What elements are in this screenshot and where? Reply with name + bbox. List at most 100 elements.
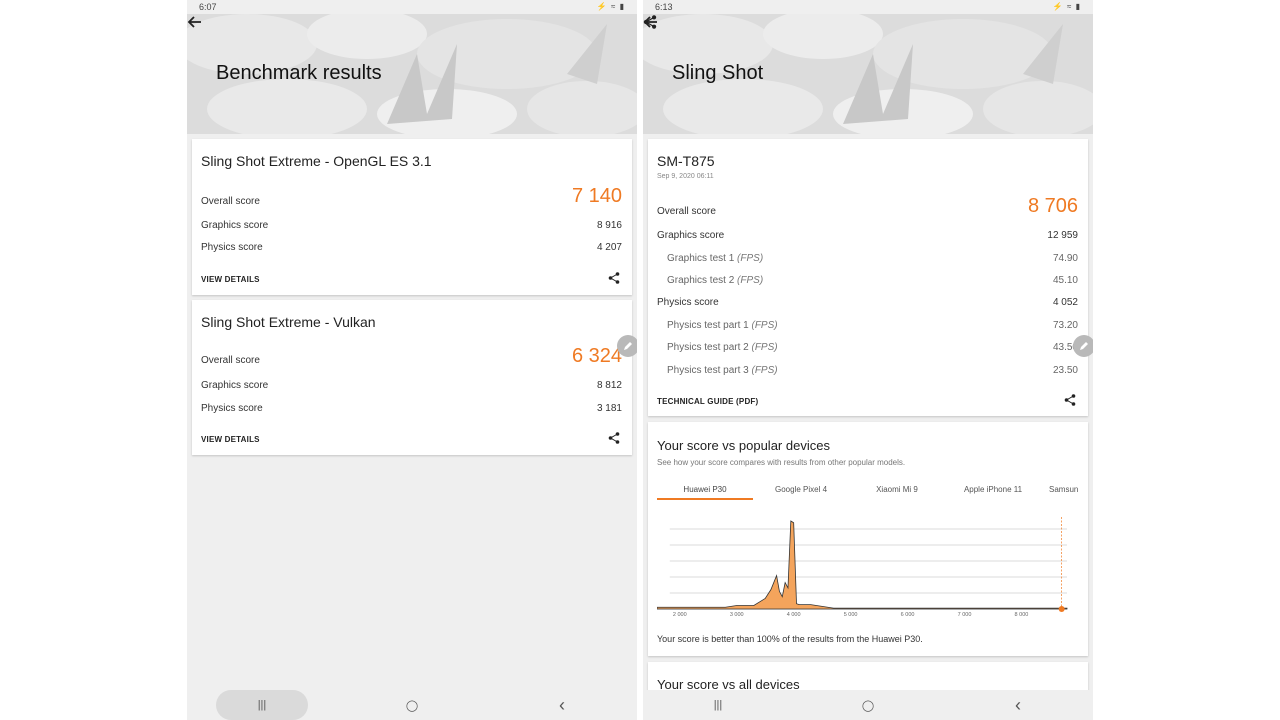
- physics-score-value: 4 052: [1052, 296, 1078, 308]
- share-icon[interactable]: [608, 272, 620, 284]
- overall-score-value: 6 324: [571, 345, 622, 367]
- physics-test-row: Physics test part 3 (FPS) 23.50: [667, 362, 1078, 378]
- overall-score-label: Overall score: [657, 206, 716, 217]
- test-value: 74.90: [1052, 252, 1078, 264]
- tab-xiaomi-mi-9[interactable]: Xiaomi Mi 9: [849, 482, 945, 500]
- x-tick-label: 6 000: [901, 612, 915, 618]
- physics-score-value: 4 207: [596, 241, 622, 253]
- home-button[interactable]: ◯: [366, 690, 458, 720]
- card-title: Sling Shot Extreme - Vulkan: [201, 314, 376, 330]
- device-tabs: Huawei P30 Google Pixel 4 Xiaomi Mi 9 Ap…: [657, 482, 1078, 500]
- card-title: Sling Shot Extreme - OpenGL ES 3.1: [201, 153, 432, 169]
- distribution-area: [656, 520, 1068, 610]
- physics-score-label: Physics score: [201, 241, 263, 253]
- graphics-score-label: Graphics score: [201, 219, 269, 231]
- tab-google-pixel-4[interactable]: Google Pixel 4: [753, 482, 849, 500]
- compare-popular-card: Your score vs popular devices See how yo…: [648, 422, 1088, 656]
- status-icons: ⚡ ≈ ▮: [1052, 2, 1081, 11]
- test-label: Graphics test 2: [667, 274, 735, 286]
- view-details-link[interactable]: VIEW DETAILS: [201, 435, 260, 444]
- test-unit: (FPS): [737, 274, 764, 286]
- physics-test-row: Physics test part 1 (FPS) 73.20: [667, 317, 1078, 333]
- test-value: 45.10: [1052, 274, 1078, 286]
- x-tick-label: 5 000: [844, 612, 858, 618]
- test-unit: (FPS): [737, 252, 764, 264]
- section-subtitle: See how your score compares with results…: [657, 458, 906, 467]
- overall-score-label: Overall score: [201, 196, 260, 207]
- physics-score-value: 3 181: [596, 402, 622, 414]
- view-details-link[interactable]: VIEW DETAILS: [201, 275, 260, 284]
- home-button[interactable]: ◯: [822, 690, 914, 720]
- edit-button[interactable]: [617, 335, 637, 357]
- device-name: SM-T875: [657, 153, 715, 169]
- section-title: Your score vs popular devices: [657, 438, 830, 453]
- page-title: Benchmark results: [216, 62, 382, 84]
- x-tick-label: 8 000: [1015, 612, 1029, 618]
- left-screen: 6:07 ⚡ ≈ ▮ Benchmark results Sling Shot …: [187, 0, 637, 720]
- header-banner: Sling Shot: [643, 14, 1093, 134]
- test-label: Graphics test 1: [667, 252, 735, 264]
- status-time: 6:07: [199, 2, 217, 12]
- status-icons: ⚡ ≈ ▮: [596, 2, 625, 11]
- back-arrow-icon[interactable]: [187, 14, 203, 30]
- share-icon[interactable]: [608, 432, 620, 444]
- tab-apple-iphone-11[interactable]: Apple iPhone 11: [945, 482, 1041, 500]
- header-banner: Benchmark results: [187, 14, 637, 134]
- physics-score-label: Physics score: [657, 296, 719, 308]
- physics-test-row: Physics test part 2 (FPS) 43.50: [667, 339, 1078, 355]
- navigation-bar: ||| ◯ ‹: [643, 690, 1093, 720]
- page-title: Sling Shot: [672, 62, 764, 84]
- x-tick-label: 2 000: [673, 612, 687, 618]
- share-icon[interactable]: [643, 14, 657, 30]
- physics-score-label: Physics score: [201, 402, 263, 414]
- status-time: 6:13: [655, 2, 673, 12]
- physics-score-row: Physics score 3 181: [201, 400, 622, 416]
- graphics-score-value: 8 916: [596, 219, 622, 231]
- graphics-score-value: 8 812: [596, 379, 622, 391]
- tab-samsung[interactable]: Samsung: [1041, 482, 1078, 500]
- result-card-opengl[interactable]: Sling Shot Extreme - OpenGL ES 3.1 Overa…: [192, 139, 632, 295]
- technical-guide-link[interactable]: TECHNICAL GUIDE (PDF): [657, 397, 758, 406]
- x-tick-label: 3 000: [730, 612, 744, 618]
- test-label: Physics test part 1: [667, 319, 749, 331]
- right-screen: 6:13 ⚡ ≈ ▮ Sling Shot SM-T875 Sep 9, 202…: [643, 0, 1093, 720]
- physics-score-row: Physics score 4 207: [201, 239, 622, 255]
- tab-huawei-p30[interactable]: Huawei P30: [657, 482, 753, 500]
- distribution-chart-svg: 2 000 3 000 4 000 5 000 6 000 7 000 8 000: [656, 517, 1068, 618]
- result-card-vulkan[interactable]: Sling Shot Extreme - Vulkan Overall scor…: [192, 300, 632, 455]
- graphics-score-row: Graphics score 8 916: [201, 217, 622, 233]
- test-unit: (FPS): [751, 319, 778, 331]
- share-icon[interactable]: [1064, 394, 1076, 406]
- result-date: Sep 9, 2020 06:11: [657, 173, 714, 180]
- navigation-bar: ||| ◯ ‹: [187, 690, 637, 720]
- graphics-test-row: Graphics test 2 (FPS) 45.10: [667, 272, 1078, 288]
- test-value: 23.50: [1052, 364, 1078, 376]
- pencil-icon: [624, 342, 632, 350]
- test-label: Physics test part 3: [667, 364, 749, 376]
- test-unit: (FPS): [751, 341, 778, 353]
- comparison-footnote: Your score is better than 100% of the re…: [657, 634, 923, 644]
- graphics-score-label: Graphics score: [201, 379, 269, 391]
- test-label: Physics test part 2: [667, 341, 749, 353]
- overall-score-label: Overall score: [201, 355, 260, 366]
- recents-button[interactable]: |||: [216, 690, 308, 720]
- physics-score-row: Physics score 4 052: [657, 294, 1078, 310]
- x-tick-label: 7 000: [958, 612, 972, 618]
- back-button[interactable]: ‹: [972, 690, 1064, 720]
- status-bar: 6:13 ⚡ ≈ ▮: [643, 0, 1093, 14]
- score-distribution-chart: 2 000 3 000 4 000 5 000 6 000 7 000 8 000: [656, 517, 1083, 627]
- your-score-marker-dot: [1058, 606, 1065, 612]
- overall-score-value: 7 140: [571, 185, 622, 207]
- x-tick-label: 4 000: [787, 612, 801, 618]
- test-unit: (FPS): [751, 364, 778, 376]
- graphics-score-value: 12 959: [1047, 229, 1078, 241]
- graphics-test-row: Graphics test 1 (FPS) 74.90: [667, 250, 1078, 266]
- pencil-icon: [1080, 342, 1088, 350]
- graphics-score-label: Graphics score: [657, 229, 725, 241]
- device-result-card: SM-T875 Sep 9, 2020 06:11 Overall score …: [648, 139, 1088, 416]
- recents-button[interactable]: |||: [672, 690, 764, 720]
- edit-button[interactable]: [1073, 335, 1093, 357]
- test-value: 73.20: [1052, 319, 1078, 331]
- back-button[interactable]: ‹: [516, 690, 608, 720]
- overall-score-value: 8 706: [1027, 195, 1078, 217]
